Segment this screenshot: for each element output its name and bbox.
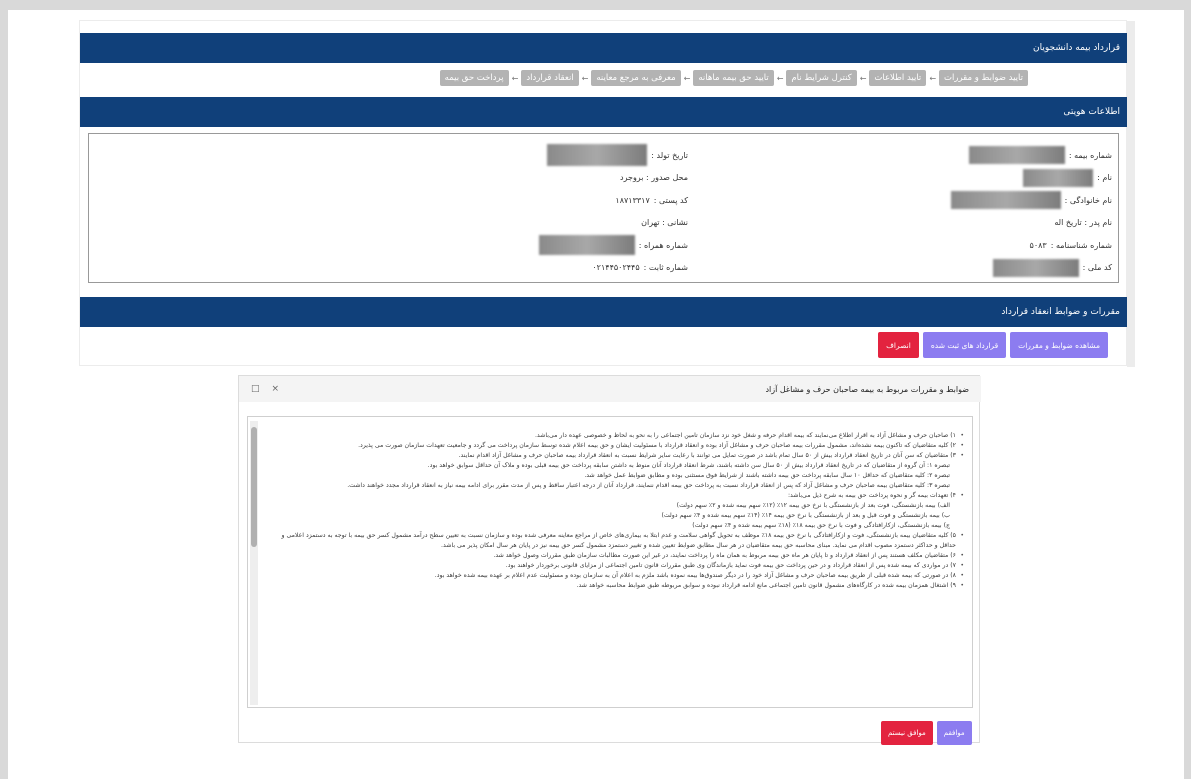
disagree-button[interactable]: موافق نیستم — [881, 721, 933, 745]
field-label: تاریخ تولد : — [651, 150, 688, 160]
panel-title-bar: قرارداد بیمه دانشجویان — [80, 33, 1128, 63]
panel-title: قرارداد بیمه دانشجویان — [1033, 43, 1120, 53]
field-label: نام خانوادگی : — [1064, 195, 1112, 205]
identity-section-header: اطلاعات هویتی — [80, 97, 1128, 127]
arrow-left-icon: ← — [929, 73, 937, 83]
identity-right-column: شماره بیمه : نام : نام خانوادگی : نام پد… — [752, 144, 1112, 279]
contract-section-title: مقررات و ضوابط انعقاد قرارداد — [1001, 307, 1120, 317]
redacted-value — [968, 146, 1065, 165]
term-item: ۲) کلیه متقاضیان که تاکنون بیمه نشده‌اند… — [264, 441, 964, 451]
term-item: تبصره ۲: کلیه متقاضیان که حداقل ۱۰ سال س… — [584, 472, 950, 479]
term-item: ۳) متقاضیان که سن آنان در تاریخ انعقاد ق… — [264, 451, 964, 461]
field-label: نام پدر : تاریخ اله — [1054, 218, 1112, 228]
rules-modal: ضوابط و مقررات مربوط به بیمه صاحبان حرف … — [238, 375, 981, 745]
term-item: ج) بیمه بازنشستگی، ازکارافتادگی و فوت با… — [692, 522, 950, 529]
field-label: شماره بیمه : — [1068, 150, 1112, 160]
identity-info-box: شماره بیمه : نام : نام خانوادگی : نام پد… — [88, 133, 1119, 283]
field-national-code: کد ملی : — [752, 257, 1112, 280]
terms-scroll-area[interactable]: ۱) صاحبان حرف و مشاغل آزاد به اقرار اطلا… — [247, 416, 973, 708]
agree-button[interactable]: موافقم — [936, 721, 972, 745]
registered-contracts-button[interactable]: قرارداد های ثبت شده — [922, 332, 1007, 358]
term-item: ۵) کلیه متقاضیان بیمه بازنشستگی، فوت و ا… — [264, 531, 964, 551]
steps-breadcrumb: تایید ضوابط و مقررات ← تایید اطلاعات ← ک… — [328, 66, 1028, 90]
step-pay-premium[interactable]: پرداخت حق بیمه — [439, 70, 509, 86]
term-item: ۷) در مواردی که بیمه شده پس از انعقاد قر… — [264, 561, 964, 571]
step-confirm-rules[interactable]: تایید ضوابط و مقررات — [939, 70, 1028, 86]
close-icon[interactable]: × — [272, 384, 280, 394]
field-birth-certificate-number: شماره شناسنامه : ۵۰۸۳ — [752, 234, 1112, 257]
field-postal-code: کد پستی : ۱۸۷۱۳۳۱۷ — [428, 189, 688, 212]
terms-list: ۱) صاحبان حرف و مشاغل آزاد به اقرار اطلا… — [264, 431, 964, 591]
field-label: نشانی : تهران — [641, 218, 688, 228]
contract-actions: مشاهده ضوابط و مقررات قرارداد های ثبت شد… — [878, 332, 1108, 358]
arrow-left-icon: ← — [859, 73, 867, 83]
field-label: کد پستی : — [653, 195, 688, 205]
field-label: نام : — [1097, 173, 1112, 183]
cancel-button[interactable]: انصراف — [878, 332, 919, 358]
term-item: ۹) اشتغال همزمان بیمه شده در کارگاه‌های … — [264, 581, 964, 591]
arrow-left-icon: ← — [511, 73, 519, 83]
redacted-value — [538, 235, 635, 256]
field-first-name: نام : — [752, 167, 1112, 190]
field-label: کد ملی : — [1082, 263, 1112, 273]
redacted-value — [547, 144, 648, 167]
field-value: ۰۲۱۴۴۵۰۲۴۴۵ — [592, 263, 640, 273]
step-check-conditions[interactable]: کنترل شرایط نام — [786, 70, 857, 86]
term-item: الف) بیمه بازنشستگی، فوت بعد از بازنشستگ… — [676, 502, 950, 509]
term-item: ۱) صاحبان حرف و مشاغل آزاد به اقرار اطلا… — [264, 431, 964, 441]
maximize-icon[interactable]: □ — [251, 384, 260, 394]
arrow-left-icon: ← — [581, 73, 589, 83]
arrow-left-icon: ← — [683, 73, 691, 83]
field-value: ۱۸۷۱۳۳۱۷ — [615, 195, 650, 205]
field-address: نشانی : تهران — [428, 212, 688, 235]
redacted-value — [950, 191, 1061, 210]
redacted-value — [1023, 168, 1094, 187]
term-item: ۶) متقاضیان مکلف هستند پس از انعقاد قرار… — [264, 551, 964, 561]
step-confirm-premium[interactable]: تایید حق بیمه ماهانه — [693, 70, 774, 86]
field-birth-date: تاریخ تولد : — [428, 144, 688, 167]
modal-header: ضوابط و مقررات مربوط به بیمه صاحبان حرف … — [239, 376, 981, 402]
terms-scrollbar[interactable] — [250, 421, 258, 705]
term-item: تبصره ۳: کلیه متقاضیان بیمه صاحبان حرف و… — [347, 482, 950, 489]
step-confirm-info[interactable]: تایید اطلاعات — [869, 70, 927, 86]
modal-title: ضوابط و مقررات مربوط به بیمه صاحبان حرف … — [765, 384, 969, 394]
term-item: ۴) تعهدات بیمه گر و نحوه پرداخت حق بیمه … — [264, 491, 964, 501]
panel-scrollbar[interactable] — [1127, 21, 1135, 367]
field-value: ۵۰۸۳ — [1029, 240, 1047, 250]
arrow-left-icon: ← — [776, 73, 784, 83]
term-item: ۸) در صورتی که بیمه شده قبلی از طریق بیم… — [264, 571, 964, 581]
field-insurance-number: شماره بیمه : — [752, 144, 1112, 167]
step-sign-contract[interactable]: انعقاد قرارداد — [521, 70, 579, 86]
term-item: ب) بیمه بازنشستگی و فوت قبل و بعد از باز… — [661, 512, 950, 519]
view-rules-button[interactable]: مشاهده ضوابط و مقررات — [1010, 332, 1108, 358]
page: قرارداد بیمه دانشجویان تایید ضوابط و مقر… — [8, 10, 1184, 779]
field-landline: شماره ثابت : ۰۲۱۴۴۵۰۲۴۴۵ — [428, 257, 688, 280]
step-examination-referral[interactable]: معرفی به مرجع معاینه — [591, 70, 681, 86]
modal-footer: موافقم موافق نیستم — [881, 721, 972, 745]
identity-middle-column: تاریخ تولد : محل صدور : بروجرد کد پستی :… — [428, 144, 688, 279]
scrollbar-thumb[interactable] — [251, 427, 257, 547]
field-mobile: شماره همراه : — [428, 234, 688, 257]
field-label: محل صدور : بروجرد — [620, 173, 688, 183]
redacted-value — [992, 258, 1079, 277]
field-issue-place: محل صدور : بروجرد — [428, 167, 688, 190]
term-item: تبصره ۱: آن گروه از متقاضیان که در تاریخ… — [427, 462, 950, 469]
field-label: شماره همراه : — [638, 240, 688, 250]
field-label: شماره شناسنامه : — [1050, 240, 1112, 250]
modal-controls: □ × — [251, 384, 279, 394]
field-last-name: نام خانوادگی : — [752, 189, 1112, 212]
contract-panel: قرارداد بیمه دانشجویان تایید ضوابط و مقر… — [79, 20, 1135, 367]
field-label: شماره ثابت : — [643, 263, 688, 273]
contract-section-header: مقررات و ضوابط انعقاد قرارداد — [80, 297, 1128, 327]
field-father-name: نام پدر : تاریخ اله — [752, 212, 1112, 235]
identity-section-title: اطلاعات هویتی — [1063, 107, 1120, 117]
